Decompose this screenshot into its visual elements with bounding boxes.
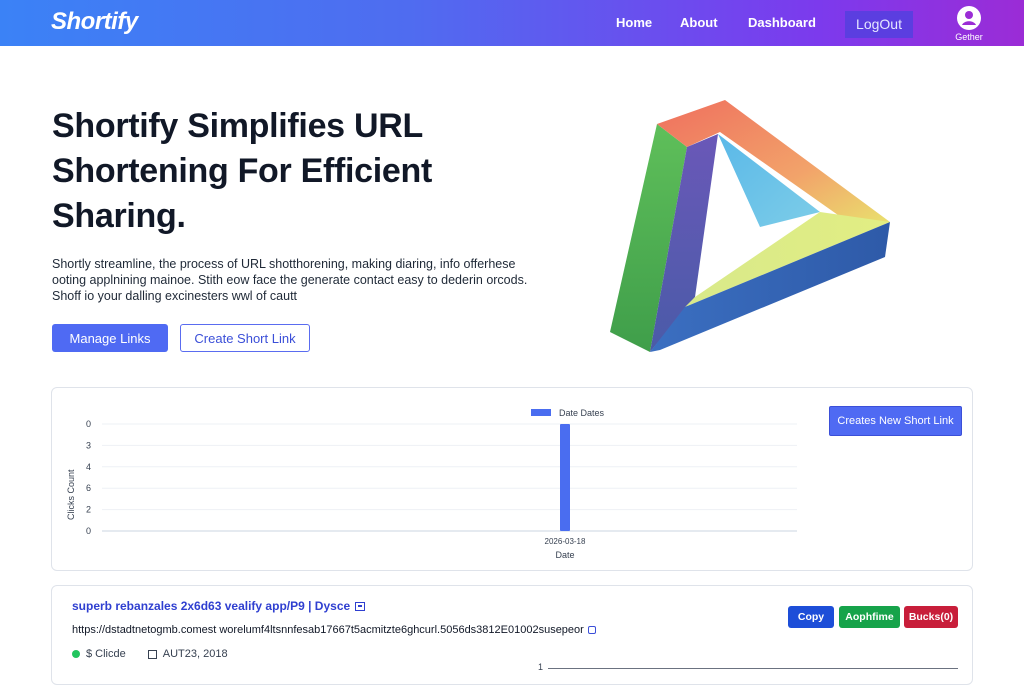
share-button[interactable]: Aophfime xyxy=(839,606,900,628)
user-menu[interactable]: Gether xyxy=(940,6,998,44)
chart-y-tick-label: 0 xyxy=(86,419,91,429)
chart-y-axis-label: Clicks Count xyxy=(66,469,76,520)
user-name: Gether xyxy=(955,32,983,42)
link-date: AUT23, 2018 xyxy=(162,648,228,660)
chart-y-tick-label: 0 xyxy=(86,526,91,536)
hero-title: Shortify Simplifies URL Shortening For E… xyxy=(52,107,433,235)
create-short-link-button[interactable]: Create Short Link xyxy=(180,324,310,352)
status-dot-icon xyxy=(72,650,80,659)
link-status: $ Clicde xyxy=(86,648,126,660)
link-meta-row: $ Clicde AUT23, 2018 xyxy=(72,648,228,660)
user-avatar-icon xyxy=(957,6,981,30)
clicks-chart-card: 0 3 4 6 2 0 2026-03-18 Date Dates Clicks Coun… xyxy=(51,387,973,571)
brand-logo[interactable]: Shortify xyxy=(51,8,138,36)
chart-x-axis-label: Date xyxy=(555,550,574,560)
nav-link-home[interactable]: Home xyxy=(616,15,652,30)
logout-button[interactable]: LogOut xyxy=(845,11,913,38)
create-new-short-link-button[interactable]: Creates New Short Link xyxy=(829,406,962,436)
mini-chart-axis xyxy=(548,668,958,669)
short-link-title-text: superb rebanzales 2x6d63 vealify app/P9 … xyxy=(72,599,351,613)
delete-button[interactable]: Bucks(0) xyxy=(904,606,958,628)
external-link-icon[interactable] xyxy=(587,626,596,635)
short-link-card: superb rebanzales 2x6d63 vealify app/P9 … xyxy=(51,585,973,685)
chart-legend-label: Date Dates xyxy=(559,408,605,418)
chart-legend-swatch xyxy=(531,409,551,416)
calendar-icon xyxy=(147,649,157,659)
impossible-triangle-illustration xyxy=(610,100,890,352)
copy-button[interactable]: Copy xyxy=(788,606,834,628)
chart-y-tick-label: 6 xyxy=(86,483,91,493)
chart-bar[interactable] xyxy=(560,424,570,531)
image-icon xyxy=(355,602,366,612)
chart-y-tick-label: 3 xyxy=(86,440,91,450)
chart-y-tick-label: 2 xyxy=(86,505,91,515)
manage-links-button[interactable]: Manage Links xyxy=(52,324,168,352)
nav-link-dashboard[interactable]: Dashboard xyxy=(748,15,816,30)
original-url-text: https://dstadtnetogmb.comest worelumf4lt… xyxy=(72,624,584,636)
nav-link-about[interactable]: About xyxy=(680,15,718,30)
chart-x-tick-label: 2026-03-18 xyxy=(545,537,586,546)
original-url: https://dstadtnetogmb.comest worelumf4lt… xyxy=(72,624,596,636)
short-link-title[interactable]: superb rebanzales 2x6d63 vealify app/P9 … xyxy=(72,599,366,613)
hero-description: Shortly streamline, the process of URL s… xyxy=(52,257,528,303)
mini-chart-tick: 1 xyxy=(538,662,544,672)
top-navbar: Shortify Home About Dashboard LogOut Get… xyxy=(0,0,1024,46)
chart-y-tick-label: 4 xyxy=(86,462,91,472)
